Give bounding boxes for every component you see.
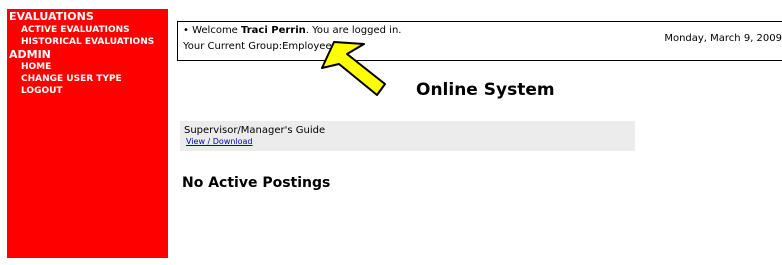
group-label: Your Current Group: <box>183 41 283 52</box>
sidebar-nav: EVALUATIONS ACTIVE EVALUATIONS HISTORICA… <box>7 9 168 258</box>
nav-item-change-user-type[interactable]: CHANGE USER TYPE <box>21 74 122 85</box>
nav-item-active-evaluations[interactable]: ACTIVE EVALUATIONS <box>21 25 130 36</box>
nav-item-logout[interactable]: LOGOUT <box>21 86 63 97</box>
guide-panel: Supervisor/Manager's Guide View / Downlo… <box>180 121 635 151</box>
current-date: Monday, March 9, 2009 <box>664 33 782 44</box>
view-download-link[interactable]: View / Download <box>186 137 253 147</box>
bullet: • <box>183 25 189 36</box>
welcome-suffix: . You are logged in. <box>305 25 402 36</box>
nav-item-home[interactable]: HOME <box>21 62 51 73</box>
nav-section-evaluations: EVALUATIONS <box>9 10 94 23</box>
welcome-box: • Welcome Traci Perrin. You are logged i… <box>177 21 782 61</box>
page-title: Online System <box>416 80 555 100</box>
nav-section-admin: ADMIN <box>9 48 51 61</box>
welcome-message: • Welcome Traci Perrin. You are logged i… <box>183 25 401 37</box>
postings-heading: No Active Postings <box>182 175 331 191</box>
user-name: Traci Perrin <box>241 25 306 36</box>
nav-item-historical-evaluations[interactable]: HISTORICAL EVALUATIONS <box>21 37 154 48</box>
yellow-callout-arrow-icon <box>321 41 386 96</box>
welcome-prefix: Welcome <box>192 25 242 36</box>
guide-title: Supervisor/Manager's Guide <box>184 125 326 136</box>
